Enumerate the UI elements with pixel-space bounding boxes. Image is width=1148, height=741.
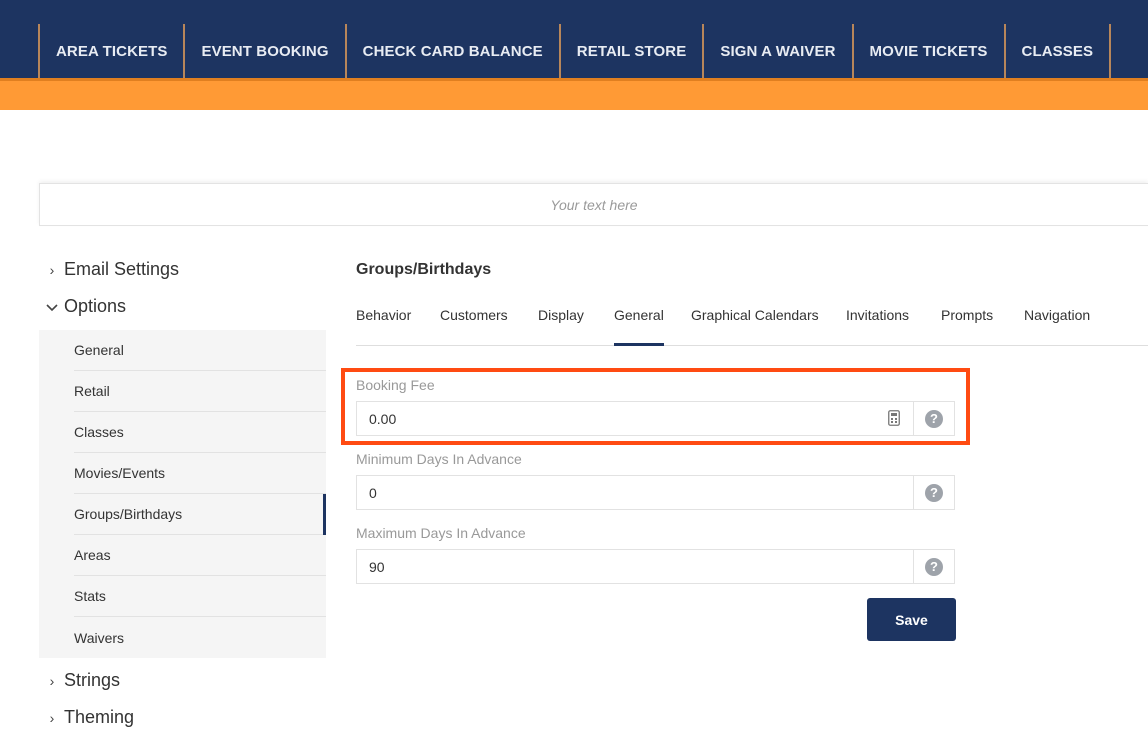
sidebar-item-options[interactable]: Options bbox=[44, 296, 126, 317]
max-days-label: Maximum Days In Advance bbox=[356, 525, 526, 541]
sidebar-item-label: Options bbox=[64, 296, 127, 316]
top-navigation: AREA TICKETS EVENT BOOKING CHECK CARD BA… bbox=[0, 0, 1148, 78]
min-days-input[interactable] bbox=[357, 476, 913, 509]
max-days-input[interactable] bbox=[357, 550, 913, 583]
sidebar-item-label: Theming bbox=[64, 707, 135, 727]
submenu-item-general[interactable]: General bbox=[74, 330, 326, 371]
booking-fee-field: ? bbox=[356, 401, 955, 436]
min-days-label: Minimum Days In Advance bbox=[356, 451, 522, 467]
submenu-item-stats[interactable]: Stats bbox=[74, 576, 326, 617]
accent-bar bbox=[0, 78, 1148, 110]
submenu-item-movies-events[interactable]: Movies/Events bbox=[74, 453, 326, 494]
submenu-item-groups-birthdays[interactable]: Groups/Birthdays bbox=[74, 494, 326, 535]
max-days-field: ? bbox=[356, 549, 955, 584]
booking-fee-label: Booking Fee bbox=[356, 377, 435, 393]
max-days-help-button[interactable]: ? bbox=[913, 550, 954, 583]
tab-behavior[interactable]: Behavior bbox=[356, 300, 411, 346]
tab-display[interactable]: Display bbox=[538, 300, 584, 346]
booking-fee-input[interactable] bbox=[357, 402, 913, 435]
help-icon: ? bbox=[925, 557, 943, 576]
sidebar-item-label: Strings bbox=[64, 670, 121, 690]
settings-tabs: Behavior Customers Display General Graph… bbox=[356, 300, 1148, 346]
save-button[interactable]: Save bbox=[867, 598, 956, 641]
nav-area-tickets[interactable]: AREA TICKETS bbox=[38, 24, 183, 78]
tab-navigation[interactable]: Navigation bbox=[1024, 300, 1090, 346]
banner-text: Your text here bbox=[550, 196, 638, 213]
help-icon: ? bbox=[925, 483, 943, 502]
nav-movie-tickets[interactable]: MOVIE TICKETS bbox=[851, 24, 1004, 78]
submenu-item-classes[interactable]: Classes bbox=[74, 412, 326, 453]
chevron-right-icon: › bbox=[49, 709, 55, 726]
tab-graphical-calendars[interactable]: Graphical Calendars bbox=[691, 300, 819, 346]
min-days-field: ? bbox=[356, 475, 955, 510]
tab-customers[interactable]: Customers bbox=[440, 300, 508, 346]
text-banner: Your text here bbox=[39, 183, 1148, 226]
sidebar-item-email-settings[interactable]: › Email Settings bbox=[44, 259, 179, 280]
submenu-item-waivers[interactable]: Waivers bbox=[74, 617, 326, 658]
nav-retail-store[interactable]: RETAIL STORE bbox=[558, 24, 703, 78]
sidebar-item-theming[interactable]: › Theming bbox=[44, 707, 134, 728]
page-title: Groups/Birthdays bbox=[356, 261, 492, 278]
submenu-item-retail[interactable]: Retail bbox=[74, 371, 326, 412]
submenu-item-areas[interactable]: Areas bbox=[74, 535, 326, 576]
chevron-right-icon: › bbox=[49, 672, 55, 689]
tab-prompts[interactable]: Prompts bbox=[941, 300, 993, 346]
nav-check-card-balance[interactable]: CHECK CARD BALANCE bbox=[344, 24, 559, 78]
chevron-down-icon bbox=[44, 299, 60, 315]
nav-event-booking[interactable]: EVENT BOOKING bbox=[183, 24, 344, 78]
tab-general[interactable]: General bbox=[614, 300, 664, 346]
options-submenu: General Retail Classes Movies/Events Gro… bbox=[39, 330, 326, 658]
sidebar-item-strings[interactable]: › Strings bbox=[44, 670, 120, 691]
calculator-icon[interactable] bbox=[888, 410, 900, 426]
nav-classes[interactable]: CLASSES bbox=[1003, 24, 1112, 78]
help-icon: ? bbox=[925, 409, 943, 428]
nav-sign-a-waiver[interactable]: SIGN A WAIVER bbox=[702, 24, 851, 78]
sidebar-item-label: Email Settings bbox=[64, 259, 180, 279]
chevron-right-icon: › bbox=[49, 261, 55, 278]
min-days-help-button[interactable]: ? bbox=[913, 476, 954, 509]
tab-invitations[interactable]: Invitations bbox=[846, 300, 909, 346]
nav-items: AREA TICKETS EVENT BOOKING CHECK CARD BA… bbox=[38, 24, 1112, 78]
booking-fee-help-button[interactable]: ? bbox=[913, 402, 954, 435]
